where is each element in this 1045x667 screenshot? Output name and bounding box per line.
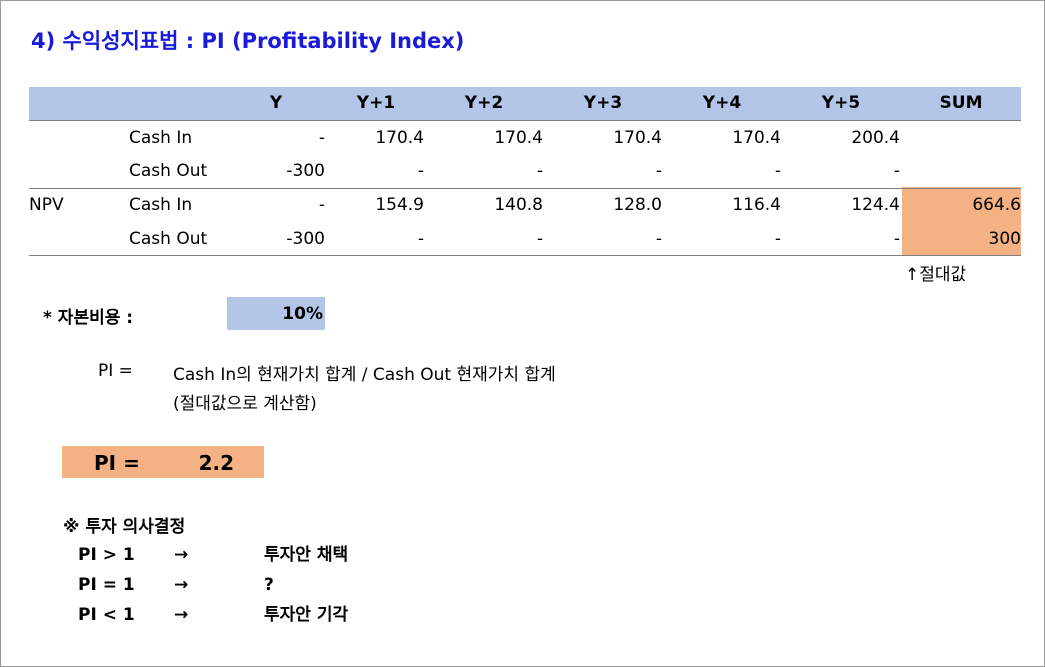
header-y5: Y+5	[821, 93, 861, 113]
decision-result: 투자안 채택	[264, 545, 349, 565]
decision-result: ?	[264, 575, 274, 595]
cell-y1: -	[417, 229, 424, 249]
capital-cost-label: * 자본비용 :	[43, 308, 134, 328]
cell-y: -300	[286, 229, 325, 249]
cell-y2: -	[536, 229, 543, 249]
pi-result-box: PI = 2.2	[62, 446, 264, 478]
page-title: 4) 수익성지표법 : PI (Profitability Index)	[31, 29, 465, 53]
pi-result-value: 2.2	[198, 451, 234, 475]
table-header-row: Y Y+1 Y+2 Y+3 Y+4 Y+5 SUM	[29, 87, 1021, 120]
header-y: Y	[269, 93, 283, 113]
cell-y3: 170.4	[613, 128, 662, 148]
header-y3: Y+3	[583, 93, 623, 113]
table-bottom-border	[29, 255, 1021, 256]
cell-y4: -	[774, 229, 781, 249]
header-divider	[29, 120, 1021, 121]
decision-result: 투자안 기각	[264, 605, 349, 625]
cell-sum	[902, 155, 1021, 188]
cell-y: -	[318, 195, 325, 215]
cell-y1: 170.4	[375, 128, 424, 148]
cell-y5: 200.4	[851, 128, 900, 148]
decision-title: ※ 투자 의사결정	[63, 517, 186, 537]
row-group-label: NPV	[29, 195, 64, 215]
cell-y1: -	[417, 161, 424, 181]
cell-y3: 128.0	[613, 195, 662, 215]
cell-y4: -	[774, 161, 781, 181]
table-row: Cash In - 170.4 170.4 170.4 170.4 200.4	[29, 122, 1021, 155]
table-row: Cash Out -300 - - - - -	[29, 155, 1021, 188]
cell-sum: 300	[988, 229, 1021, 249]
pi-formula-description: Cash In의 현재가치 합계 / Cash Out 현재가치 합계 (절대값…	[173, 361, 556, 419]
decision-condition: PI = 1	[78, 575, 135, 595]
cell-y2: 170.4	[494, 128, 543, 148]
cell-y4: 170.4	[732, 128, 781, 148]
arrow-icon: →	[174, 605, 189, 625]
cell-y3: -	[655, 161, 662, 181]
cell-sum: 664.6	[972, 195, 1021, 215]
cell-y3: -	[655, 229, 662, 249]
pi-formula-line2: (절대값으로 계산함)	[173, 394, 317, 414]
pi-result-label: PI =	[94, 451, 140, 475]
pi-formula-line1: Cash In의 현재가치 합계 / Cash Out 현재가치 합계	[173, 365, 556, 385]
decision-condition: PI < 1	[78, 605, 135, 625]
document-frame: 4) 수익성지표법 : PI (Profitability Index) Y Y…	[0, 0, 1045, 667]
cell-y: -300	[286, 161, 325, 181]
cell-y1: 154.9	[375, 195, 424, 215]
header-y1: Y+1	[356, 93, 396, 113]
cell-y2: -	[536, 161, 543, 181]
absolute-value-note: ↑절대값	[905, 265, 967, 285]
cell-y5: 124.4	[851, 195, 900, 215]
row-label: Cash In	[129, 128, 193, 148]
cell-y2: 140.8	[494, 195, 543, 215]
decision-condition: PI > 1	[78, 545, 135, 565]
cell-y5: -	[893, 229, 900, 249]
arrow-icon: →	[174, 545, 189, 565]
header-y4: Y+4	[702, 93, 742, 113]
header-sum: SUM	[939, 93, 983, 113]
row-label: Cash Out	[129, 229, 208, 249]
cell-sum	[902, 122, 1021, 155]
capital-cost-value: 10%	[227, 297, 325, 330]
cell-y4: 116.4	[732, 195, 781, 215]
cell-y: -	[318, 128, 325, 148]
header-y2: Y+2	[464, 93, 504, 113]
table-row: Cash Out -300 - - - - - 300	[29, 223, 1021, 256]
arrow-icon: →	[174, 575, 189, 595]
cell-y5: -	[893, 161, 900, 181]
row-label: Cash Out	[129, 161, 208, 181]
pi-formula-label: PI =	[98, 361, 133, 381]
table-row: NPV Cash In - 154.9 140.8 128.0 116.4 12…	[29, 189, 1021, 222]
row-label: Cash In	[129, 195, 193, 215]
